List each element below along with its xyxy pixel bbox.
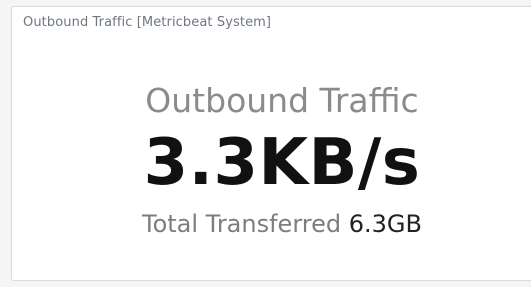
metric-sub-value: 6.3GB xyxy=(348,210,422,238)
metric-panel: Outbound Traffic [Metricbeat System] Out… xyxy=(11,6,531,281)
metric-value: 3.3KB/s xyxy=(143,126,421,200)
metric-sub-label: Total Transferred xyxy=(142,210,342,238)
metric-label: Outbound Traffic xyxy=(145,81,419,120)
metric-subtext: Total Transferred 6.3GB xyxy=(12,210,531,238)
dashboard-canvas: { "panel": { "title": "Outbound Traffic … xyxy=(0,0,531,287)
metric-widget: Outbound Traffic 3.3KB/s Total Transferr… xyxy=(12,7,531,280)
